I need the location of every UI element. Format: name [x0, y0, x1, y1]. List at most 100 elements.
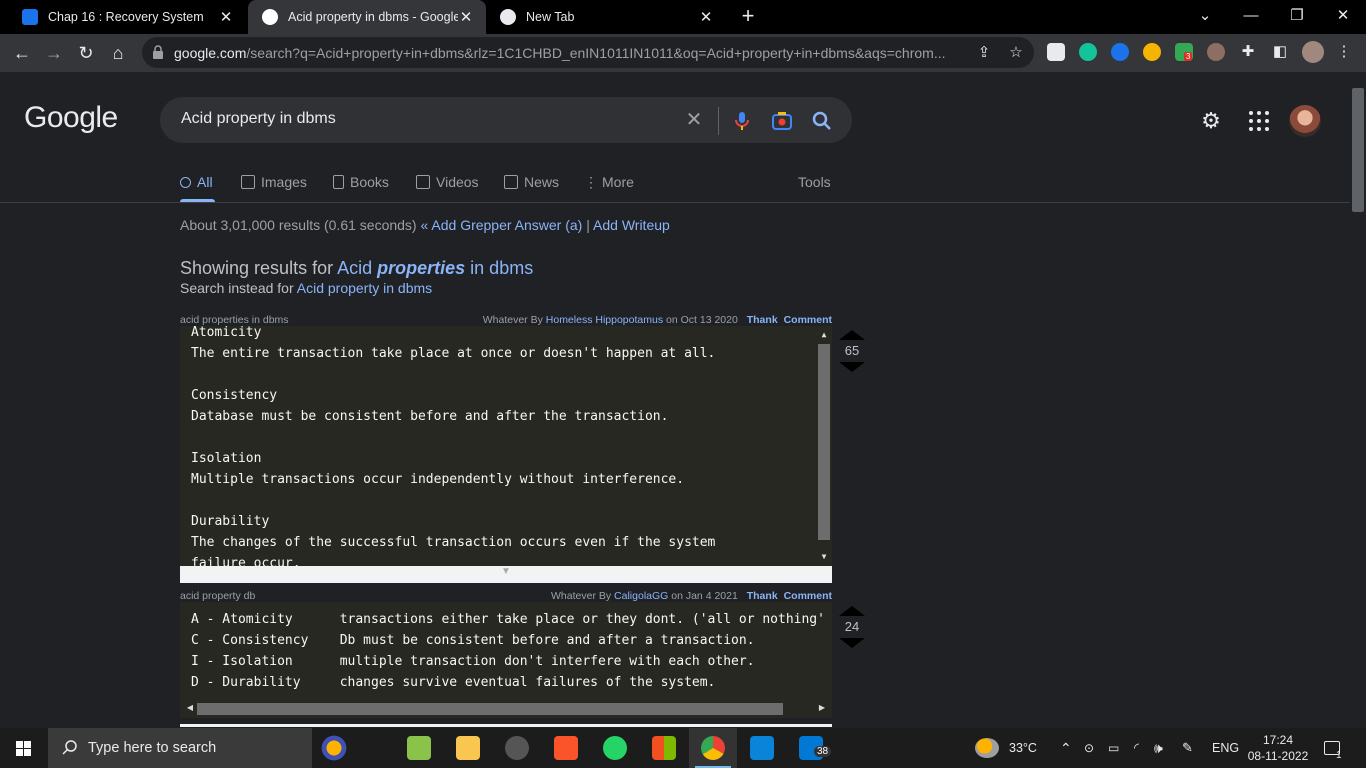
thank-button[interactable]: Thank	[747, 314, 778, 326]
scroll-thumb[interactable]	[197, 703, 783, 715]
taskbar-search-box[interactable]: Type here to search	[48, 728, 354, 768]
windows-start-icon[interactable]	[0, 728, 48, 768]
tab-google-search[interactable]: Acid property in dbms - Google S ✕	[248, 0, 486, 34]
taskbar-app-mail[interactable]: 38	[787, 728, 835, 768]
scroll-thumb[interactable]	[818, 344, 830, 540]
expand-answer-button[interactable]: ▼	[180, 566, 832, 583]
voice-search-mic-icon[interactable]	[730, 109, 754, 133]
weather-widget[interactable]: 33°C	[975, 728, 1037, 768]
reload-icon[interactable]: ↻	[72, 39, 100, 67]
downvote-arrow-icon[interactable]	[839, 362, 865, 372]
notification-center-icon[interactable]: 1	[1324, 728, 1342, 768]
forward-arrow-icon[interactable]: →	[40, 39, 68, 67]
volume-icon[interactable]: 🕪	[1154, 728, 1163, 768]
nav-books[interactable]: Books	[333, 172, 389, 192]
extension-cookie-icon[interactable]	[1207, 43, 1225, 61]
share-icon[interactable]: ⇪	[974, 43, 994, 63]
home-icon[interactable]: ⌂	[104, 39, 132, 67]
account-avatar[interactable]	[1289, 105, 1321, 137]
nav-all[interactable]: All	[180, 172, 213, 192]
tray-chevron-icon[interactable]: ⌃	[1060, 728, 1072, 768]
clear-search-icon[interactable]: ✕	[682, 109, 706, 133]
scroll-left-arrow-icon[interactable]: ◀	[182, 703, 198, 712]
search-input[interactable]: Acid property in dbms ✕	[160, 97, 852, 143]
search-highlight-icon[interactable]	[314, 734, 354, 762]
side-panel-icon[interactable]: ◧	[1270, 42, 1290, 62]
search-submit-icon[interactable]	[810, 109, 834, 133]
extension-badge-icon[interactable]: 3	[1175, 43, 1193, 61]
close-window-icon[interactable]: ✕	[1320, 0, 1366, 34]
restore-icon[interactable]: ❐	[1274, 0, 1320, 34]
classroom-favicon-icon	[22, 9, 38, 25]
chrome-menu-icon[interactable]: ⋮	[1334, 42, 1354, 62]
comment-button[interactable]: Comment	[784, 590, 832, 602]
url-text: google.com/search?q=Acid+property+in+dbm…	[174, 45, 946, 61]
address-bar[interactable]: google.com/search?q=Acid+property+in+dbm…	[142, 37, 1034, 68]
taskbar-app-media[interactable]	[493, 728, 541, 768]
taskbar-app-explorer[interactable]	[444, 728, 492, 768]
page-scrollbar[interactable]	[1350, 72, 1366, 728]
google-logo[interactable]: Google	[24, 101, 118, 135]
taskbar-app-brave[interactable]	[542, 728, 590, 768]
author-link[interactable]: Homeless Hippopotamus	[546, 314, 663, 326]
extensions-puzzle-icon[interactable]: ✚	[1238, 42, 1258, 62]
close-tab-icon[interactable]: ✕	[458, 8, 474, 26]
taskbar-app-whatsapp[interactable]	[591, 728, 639, 768]
comment-button[interactable]: Comment	[784, 314, 832, 326]
new-tab-plus-icon[interactable]: +	[737, 5, 759, 28]
code-block[interactable]: Atomicity The entire transaction take pl…	[180, 326, 832, 566]
taskbar-app-notepad[interactable]	[395, 728, 443, 768]
tab-new-tab[interactable]: New Tab ✕	[486, 0, 726, 34]
apps-grid-icon[interactable]	[1246, 108, 1272, 134]
search-instead-for: Search instead for Acid property in dbms	[180, 280, 433, 296]
corrected-query-link[interactable]: Acid properties in dbms	[337, 258, 533, 278]
scroll-up-arrow-icon[interactable]: ▲	[816, 330, 832, 339]
add-grepper-answer-link[interactable]: « Add Grepper Answer (a)	[420, 217, 582, 233]
code-horizontal-scrollbar[interactable]: ◀ ▶	[180, 700, 832, 727]
tab-recovery-system[interactable]: Chap 16 : Recovery System ✕	[8, 0, 246, 34]
wifi-icon[interactable]: ◜	[1134, 728, 1139, 768]
result-stats: About 3,01,000 results (0.61 seconds) « …	[180, 217, 670, 233]
upvote-arrow-icon[interactable]	[839, 606, 865, 616]
taskbar-app-vscode[interactable]	[738, 728, 786, 768]
extension-blue-icon[interactable]	[1111, 43, 1129, 61]
nav-images[interactable]: Images	[241, 172, 307, 192]
upvote-arrow-icon[interactable]	[839, 330, 865, 340]
tab-search-chevron-icon[interactable]: ⌄	[1182, 0, 1228, 34]
nav-videos[interactable]: Videos	[416, 172, 479, 192]
minimize-icon[interactable]: —	[1228, 0, 1274, 34]
author-link[interactable]: CaligolaGG	[614, 590, 668, 602]
bookmark-star-icon[interactable]: ☆	[1006, 43, 1026, 63]
extension-person-icon[interactable]	[1143, 43, 1161, 61]
grammarly-icon[interactable]	[1079, 43, 1097, 61]
nav-more[interactable]: ⋮ More	[584, 172, 634, 192]
language-indicator[interactable]: ENG	[1212, 728, 1239, 768]
notification-count: 1	[1336, 749, 1342, 761]
search-query[interactable]: Acid property in dbms	[181, 110, 336, 128]
settings-gear-icon[interactable]: ⚙	[1198, 108, 1224, 134]
tools-button[interactable]: Tools	[798, 172, 831, 192]
close-tab-icon[interactable]: ✕	[218, 8, 234, 26]
lens-camera-icon[interactable]	[770, 109, 794, 133]
scroll-right-arrow-icon[interactable]: ▶	[814, 703, 830, 712]
scroll-down-arrow-icon[interactable]: ▼	[816, 552, 832, 561]
tray-meet-icon[interactable]: ⊙	[1084, 728, 1094, 768]
profile-avatar-icon[interactable]	[1302, 41, 1324, 63]
battery-icon[interactable]: ▭	[1108, 728, 1119, 768]
pen-icon[interactable]: ✎	[1182, 728, 1193, 768]
back-arrow-icon[interactable]: ←	[8, 39, 36, 67]
search-divider	[718, 107, 719, 135]
nav-news[interactable]: News	[504, 172, 559, 192]
code-vertical-scrollbar[interactable]: ▲ ▼	[816, 326, 832, 566]
downvote-arrow-icon[interactable]	[839, 638, 865, 648]
page-scroll-thumb[interactable]	[1352, 88, 1364, 212]
code-block[interactable]: A - Atomicity transactions either take p…	[180, 602, 832, 700]
original-query-link[interactable]: Acid property in dbms	[297, 280, 432, 296]
thank-button[interactable]: Thank	[747, 590, 778, 602]
close-tab-icon[interactable]: ✕	[698, 8, 714, 26]
extension-media-icon[interactable]	[1047, 43, 1065, 61]
taskbar-app-chrome[interactable]	[689, 728, 737, 768]
taskbar-app-store[interactable]	[640, 728, 688, 768]
clock[interactable]: 17:24 08-11-2022	[1240, 732, 1316, 764]
add-writeup-link[interactable]: Add Writeup	[593, 217, 670, 233]
